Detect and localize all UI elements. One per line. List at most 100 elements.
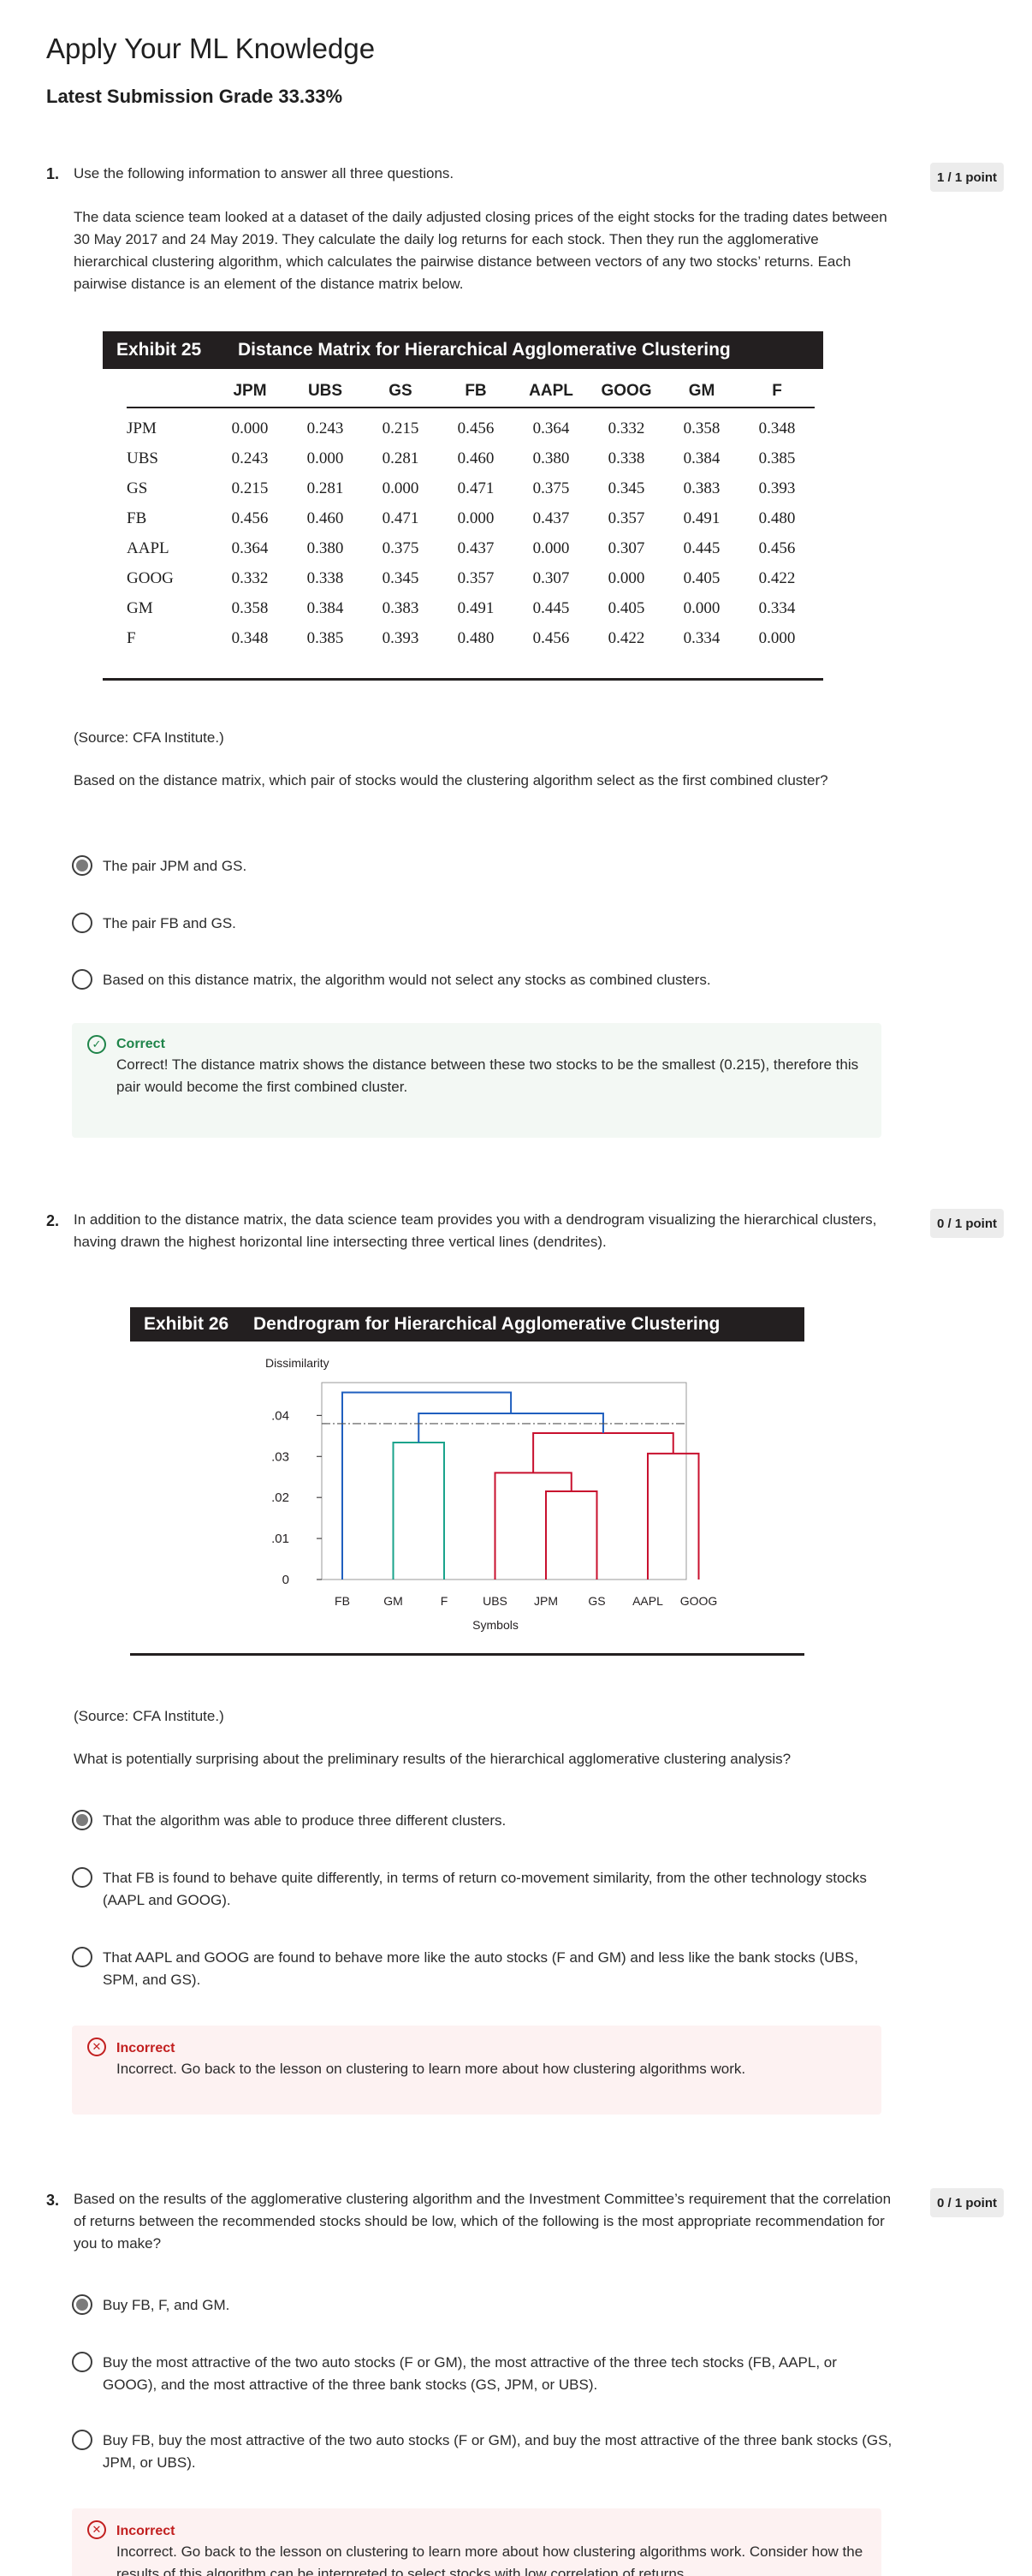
matrix-cell: 0.338 bbox=[608, 449, 645, 467]
x-icon: ✕ bbox=[87, 2038, 106, 2056]
matrix-cell: 0.480 bbox=[457, 628, 495, 647]
matrix-cell: 0.437 bbox=[532, 509, 570, 527]
matrix-row: GM 0.358 0.384 0.383 0.491 0.445 0.405 0.000 0.3… bbox=[127, 593, 815, 623]
radio-button[interactable] bbox=[72, 969, 92, 990]
option-label: Based on this distance matrix, the algor… bbox=[103, 972, 711, 988]
dendrogram-chart: Dissimilarity .04 .03 .02 .01 0 FB GM F UBS JPM GS A… bbox=[265, 1356, 717, 1632]
option-label: The pair JPM and GS. bbox=[103, 858, 247, 874]
matrix-cell: 0.471 bbox=[382, 509, 419, 527]
exhibit-25-number: Exhibit 25 bbox=[116, 340, 202, 360]
matrix-cell: 0.380 bbox=[532, 449, 570, 467]
question-1-prompt: Based on the distance matrix, which pair… bbox=[74, 772, 828, 788]
radio-button[interactable] bbox=[72, 855, 92, 876]
q3-option-1[interactable]: Buy FB, F, and GM. bbox=[72, 2294, 893, 2317]
matrix-column-header: GOOG bbox=[601, 382, 652, 400]
matrix-cell: 0.348 bbox=[231, 628, 269, 647]
question-2-prompt: What is potentially surprising about the… bbox=[74, 1751, 792, 1767]
feedback-text: Incorrect. Go back to the lesson on clus… bbox=[116, 2061, 746, 2077]
matrix-row-label: JPM bbox=[127, 419, 157, 437]
question-1-intro: Use the following information to answer … bbox=[74, 165, 454, 181]
question-1-feedback: ✓ Correct Correct! The distance matrix s… bbox=[72, 1023, 881, 1138]
matrix-cell: 0.393 bbox=[382, 628, 419, 647]
matrix-row: FB 0.456 0.460 0.471 0.000 0.437 0.357 0.491 0.4… bbox=[127, 503, 815, 533]
dendrogram-link bbox=[392, 1441, 445, 1580]
y-tick-label: .03 bbox=[271, 1449, 289, 1464]
matrix-cell: 0.348 bbox=[758, 419, 796, 437]
exhibit-25-title: Distance Matrix for Hierarchical Agglome… bbox=[238, 340, 731, 360]
leaf-label: F bbox=[441, 1594, 448, 1608]
dendrogram-link bbox=[545, 1490, 598, 1580]
matrix-row-label: UBS bbox=[127, 449, 158, 467]
matrix-cell: 0.456 bbox=[231, 509, 269, 527]
matrix-cell: 0.281 bbox=[306, 479, 344, 497]
q2-option-2[interactable]: That FB is found to behave quite differe… bbox=[72, 1867, 893, 1912]
matrix-cell: 0.422 bbox=[758, 568, 796, 587]
q3-option-2[interactable]: Buy the most attractive of the two auto … bbox=[72, 2352, 893, 2396]
feedback-text: Correct! The distance matrix shows the d… bbox=[116, 1056, 859, 1095]
radio-button[interactable] bbox=[72, 2430, 92, 2450]
radio-button[interactable] bbox=[72, 1947, 92, 1967]
q2-option-1[interactable]: That the algorithm was able to produce t… bbox=[72, 1810, 893, 1832]
q2-option-3[interactable]: That AAPL and GOOG are found to behave m… bbox=[72, 1947, 893, 1991]
matrix-cell: 0.345 bbox=[382, 568, 419, 587]
q3-option-3[interactable]: Buy FB, buy the most attractive of the t… bbox=[72, 2430, 893, 2474]
distance-matrix-body: JPM 0.000 0.243 0.215 0.456 0.364 0.332 0.358 0.… bbox=[127, 413, 815, 653]
matrix-cell: 0.384 bbox=[306, 598, 344, 617]
exhibit-26: Exhibit 26 Dendrogram for Hierarchical A… bbox=[130, 1307, 804, 1658]
y-tick-label: .04 bbox=[271, 1408, 289, 1423]
option-label: That AAPL and GOOG are found to behave m… bbox=[103, 1949, 858, 1988]
distance-matrix-table: JPM UBS GS FB AAPL GOOG GM F JPM 0.000 0.243 0.215… bbox=[127, 376, 815, 653]
question-2-number: 2. bbox=[46, 1212, 60, 1229]
matrix-cell: 0.491 bbox=[457, 598, 495, 617]
q1-option-3[interactable]: Based on this distance matrix, the algor… bbox=[72, 969, 893, 991]
matrix-cell: 0.334 bbox=[683, 628, 721, 647]
leaf-label: GM bbox=[383, 1594, 403, 1608]
matrix-cell: 0.243 bbox=[231, 449, 269, 467]
q1-option-1[interactable]: The pair JPM and GS. bbox=[72, 855, 893, 878]
radio-button[interactable] bbox=[72, 2294, 92, 2315]
matrix-row: JPM 0.000 0.243 0.215 0.456 0.364 0.332 0.358 0.… bbox=[127, 413, 815, 443]
matrix-cell: 0.491 bbox=[683, 509, 721, 527]
option-label: Buy the most attractive of the two auto … bbox=[103, 2354, 837, 2393]
matrix-cell: 0.334 bbox=[758, 598, 796, 617]
matrix-cell: 0.000 bbox=[231, 419, 269, 437]
matrix-cell: 0.215 bbox=[231, 479, 269, 497]
feedback-text: Incorrect. Go back to the lesson on clus… bbox=[116, 2543, 863, 2576]
matrix-row-label: AAPL bbox=[127, 538, 169, 557]
matrix-cell: 0.405 bbox=[683, 568, 721, 587]
leaf-label: FB bbox=[335, 1594, 350, 1608]
matrix-cell: 0.393 bbox=[758, 479, 796, 497]
exhibit-25: Exhibit 25 Distance Matrix for Hierarchi… bbox=[103, 331, 823, 682]
y-tick-label: .01 bbox=[271, 1532, 289, 1546]
radio-button[interactable] bbox=[72, 1867, 92, 1888]
leaf-label: UBS bbox=[483, 1594, 507, 1608]
matrix-row-label: GS bbox=[127, 479, 148, 497]
q1-option-2[interactable]: The pair FB and GS. bbox=[72, 913, 893, 935]
matrix-cell: 0.364 bbox=[532, 419, 570, 437]
exhibit-26-bottom-rule bbox=[130, 1653, 804, 1656]
matrix-row: AAPL 0.364 0.380 0.375 0.437 0.000 0.307 0.445 0… bbox=[127, 533, 815, 563]
matrix-cell: 0.456 bbox=[457, 419, 495, 437]
matrix-cell: 0.332 bbox=[608, 419, 645, 437]
question-1-context: The data science team looked at a datase… bbox=[74, 209, 887, 292]
matrix-cell: 0.375 bbox=[382, 538, 419, 557]
distance-matrix-header: JPM UBS GS FB AAPL GOOG GM F bbox=[127, 376, 815, 408]
radio-button[interactable] bbox=[72, 2352, 92, 2372]
question-2-points-badge: 0 / 1 point bbox=[930, 1209, 1004, 1238]
question-1-points-badge: 1 / 1 point bbox=[930, 163, 1004, 192]
radio-button[interactable] bbox=[72, 913, 92, 933]
matrix-cell: 0.384 bbox=[683, 449, 721, 467]
matrix-column-header: F bbox=[772, 382, 782, 400]
exhibit-25-bottom-rule bbox=[103, 678, 823, 681]
matrix-cell: 0.281 bbox=[382, 449, 419, 467]
matrix-column-header: GS bbox=[388, 382, 412, 400]
matrix-cell: 0.364 bbox=[231, 538, 269, 557]
matrix-cell: 0.456 bbox=[758, 538, 796, 557]
plot-frame bbox=[321, 1382, 687, 1580]
option-label: That the algorithm was able to produce t… bbox=[103, 1812, 507, 1829]
dendrogram-link bbox=[494, 1472, 572, 1580]
x-axis-label: Symbols bbox=[472, 1618, 519, 1632]
radio-button[interactable] bbox=[72, 1810, 92, 1830]
y-tick-label: .02 bbox=[271, 1490, 289, 1505]
matrix-cell: 0.000 bbox=[683, 598, 721, 617]
